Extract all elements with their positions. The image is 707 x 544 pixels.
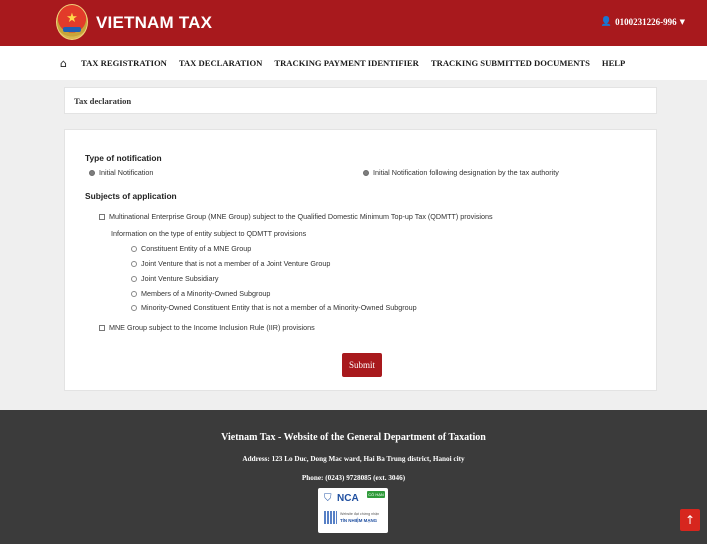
qr-code-icon <box>324 511 337 524</box>
radio-initial-notification[interactable]: Initial Notification <box>89 168 153 177</box>
star-icon: ★ <box>66 11 78 26</box>
radio-selected-icon[interactable] <box>89 169 95 176</box>
checkbox-iir[interactable]: MNE Group subject to the Income Inclusio… <box>99 323 315 332</box>
footer-title: Vietnam Tax - Website of the General Dep… <box>221 432 486 443</box>
submit-button[interactable]: Submit <box>342 353 382 377</box>
checkbox-icon[interactable] <box>99 213 105 220</box>
nav-tax-declaration[interactable]: TAX DECLARATION <box>179 58 262 68</box>
nav-help[interactable]: HELP <box>602 58 625 68</box>
radio-entity-jv-subsidiary[interactable]: Joint Venture Subsidiary <box>131 274 219 283</box>
radio-entity-constituent[interactable]: Constituent Entity of a MNE Group <box>131 244 251 253</box>
user-icon: 👤 <box>600 17 613 27</box>
radio-icon[interactable] <box>131 260 137 267</box>
emblem-logo[interactable]: ★ <box>56 4 88 40</box>
chevron-down-icon: ▼ <box>679 18 685 26</box>
checkbox-qdmtt[interactable]: Multinational Enterprise Group (MNE Grou… <box>99 212 493 221</box>
nav-tracking-payment-identifier[interactable]: TRACKING PAYMENT IDENTIFIER <box>274 58 419 68</box>
radio-icon[interactable] <box>131 290 137 297</box>
shield-icon: ⛉ <box>324 493 332 504</box>
main-nav: ⌂ TAX REGISTRATION TAX DECLARATION TRACK… <box>0 46 707 80</box>
arrow-up-icon[interactable]: ↑ <box>680 509 700 531</box>
top-header: ★ VIETNAM TAX 👤 0100231226-996 ▼ <box>0 0 707 46</box>
account-id: 0100231226-996 <box>615 17 677 27</box>
footer-phone: Phone: (0243) 9728085 (ext. 3046) <box>301 474 406 482</box>
notification-form: Type of notification Initial Notificatio… <box>64 129 657 391</box>
radio-icon[interactable] <box>131 304 137 311</box>
radio-icon[interactable] <box>363 169 369 176</box>
radio-icon[interactable] <box>131 245 137 252</box>
radio-entity-minority-subgroup[interactable]: Members of a Minority-Owned Subgroup <box>131 289 270 298</box>
footer-address: Address: 123 Lo Duc, Dong Mac ward, Hai … <box>242 455 465 463</box>
account-menu[interactable]: 👤 0100231226-996 ▼ <box>601 17 685 27</box>
subjects-label: Subjects of application <box>85 191 177 201</box>
radio-entity-joint-venture[interactable]: Joint Venture that is not a member of a … <box>131 259 330 268</box>
radio-icon[interactable] <box>131 275 137 282</box>
home-icon[interactable]: ⌂ <box>60 57 67 70</box>
nav-tracking-submitted-documents[interactable]: TRACKING SUBMITTED DOCUMENTS <box>431 58 590 68</box>
nca-trust-badge[interactable]: ⛉ NCA CÓ HẠN Website đạt chứng nhận TÍN … <box>318 488 388 533</box>
breadcrumb: Tax declaration <box>64 87 657 114</box>
nav-tax-registration[interactable]: TAX REGISTRATION <box>81 58 167 68</box>
site-footer: Vietnam Tax - Website of the General Dep… <box>0 410 707 544</box>
radio-entity-minority-constituent[interactable]: Minority-Owned Constituent Entity that i… <box>131 303 417 312</box>
brand-title[interactable]: VIETNAM TAX <box>96 13 212 33</box>
radio-designated-notification[interactable]: Initial Notification following designati… <box>363 168 559 177</box>
notification-type-label: Type of notification <box>85 153 162 163</box>
breadcrumb-label: Tax declaration <box>74 96 132 106</box>
checkbox-icon[interactable] <box>99 324 105 331</box>
entity-info-label: Information on the type of entity subjec… <box>111 229 307 238</box>
